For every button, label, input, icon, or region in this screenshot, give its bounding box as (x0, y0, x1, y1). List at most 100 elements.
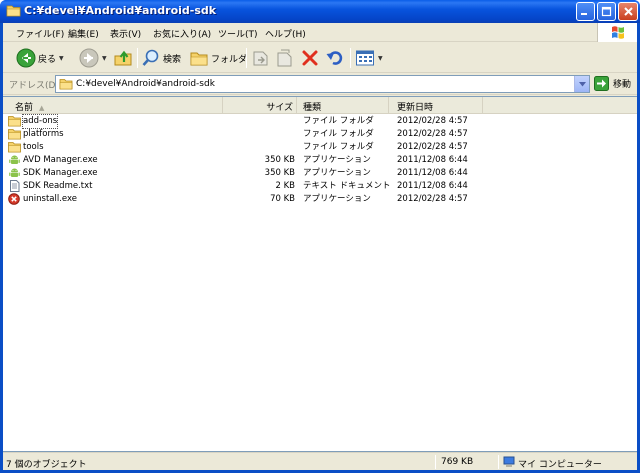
menu-help[interactable]: ヘルプ(H) (265, 27, 306, 40)
go-arrow-icon (594, 76, 609, 91)
folder-icon (8, 128, 21, 140)
status-divider (435, 455, 436, 469)
android-icon (8, 167, 21, 179)
standard-toolbar: 戻る ▼ ▼ 検索 フォルダ ▼ (3, 43, 637, 73)
address-bar: アドレス(D) C:¥devel¥Android¥android-sdk 移動 (3, 74, 637, 95)
file-list-view[interactable]: 名前 ▲ サイズ 種類 更新日時 add-ons ファイル フォルダ 2012/02/… (3, 96, 637, 452)
forward-dropdown-icon[interactable]: ▼ (102, 55, 107, 62)
windows-flag-icon (612, 26, 624, 39)
column-size[interactable]: サイズ (223, 97, 297, 113)
views-button[interactable]: ▼ (355, 47, 383, 69)
views-icon (356, 50, 374, 66)
uninstall-icon (8, 193, 21, 205)
chevron-down-icon (578, 81, 586, 86)
file-name[interactable]: uninstall.exe (23, 193, 77, 206)
toolbar-separator (246, 48, 247, 68)
file-row[interactable]: tools ファイル フォルダ 2012/02/28 4:57 (3, 141, 637, 154)
folder-icon (6, 5, 21, 17)
column-modified[interactable]: 更新日時 (389, 97, 483, 113)
address-input[interactable]: C:¥devel¥Android¥android-sdk (55, 75, 590, 93)
column-modified-label: 更新日時 (397, 103, 434, 113)
file-size: 70 KB (270, 194, 295, 204)
file-name[interactable]: add-ons (21, 114, 59, 129)
android-icon (8, 154, 21, 166)
file-row[interactable]: add-ons ファイル フォルダ 2012/02/28 4:57 (3, 114, 637, 129)
status-bar: 7 個のオブジェクト 769 KB マイ コンピューター (3, 452, 637, 470)
folder-icon (8, 141, 21, 153)
folders-icon (190, 52, 208, 66)
column-name[interactable]: 名前 ▲ (3, 97, 223, 113)
address-dropdown-button[interactable] (574, 76, 589, 92)
file-type: ファイル フォルダ (303, 129, 374, 139)
search-label: 検索 (163, 54, 182, 65)
close-icon (623, 7, 633, 16)
windows-logo (597, 23, 637, 42)
file-row[interactable]: uninstall.exe 70 KB アプリケーション 2012/02/28 4:5… (3, 193, 637, 206)
sort-ascending-icon: ▲ (39, 104, 45, 112)
file-row[interactable]: AVD Manager.exe 350 KB アプリケーション 2011/12/08 … (3, 154, 637, 167)
column-type-label: 種類 (303, 103, 322, 113)
back-arrow-icon (16, 48, 36, 68)
delete-icon (302, 50, 318, 66)
up-folder-button[interactable] (113, 47, 133, 69)
window-frame: ファイル(F) 編集(E) 表示(V) お気に入り(A) ツール(T) ヘルプ(… (3, 23, 637, 470)
title-bar[interactable]: C:¥devel¥Android¥android-sdk (0, 0, 640, 23)
file-row[interactable]: platforms ファイル フォルダ 2012/02/28 4:57 (3, 128, 637, 141)
column-type[interactable]: 種類 (297, 97, 389, 113)
maximize-button[interactable] (597, 2, 616, 21)
undo-icon (326, 51, 343, 65)
column-size-label: サイズ (266, 103, 293, 113)
window-title: C:¥devel¥Android¥android-sdk (24, 4, 217, 17)
file-type: アプリケーション (303, 155, 371, 165)
file-type: アプリケーション (303, 168, 371, 178)
menu-tools[interactable]: ツール(T) (218, 27, 258, 40)
address-label: アドレス(D) (9, 81, 59, 91)
search-button[interactable]: 検索 (141, 47, 181, 69)
menu-favorites[interactable]: お気に入り(A) (153, 27, 211, 40)
toolbar-separator (137, 48, 138, 68)
menu-bar: ファイル(F) 編集(E) 表示(V) お気に入り(A) ツール(T) ヘルプ(… (3, 23, 637, 42)
up-folder-icon (114, 50, 132, 66)
file-name[interactable]: SDK Readme.txt (23, 180, 92, 193)
file-type: テキスト ドキュメント (303, 181, 391, 191)
copy-to-button[interactable] (275, 47, 295, 69)
explorer-window: C:¥devel¥Android¥android-sdk ファイル(F) 編集(… (0, 0, 640, 473)
file-row[interactable]: SDK Readme.txt 2 KB テキスト ドキュメント 2011/12/08 … (3, 180, 637, 193)
text-file-icon (8, 180, 21, 192)
file-size: 350 KB (264, 168, 295, 178)
folders-label: フォルダ (211, 54, 248, 65)
go-label: 移動 (613, 80, 632, 90)
file-modified: 2012/02/28 4:57 (397, 116, 468, 126)
back-button[interactable]: 戻る ▼ (16, 47, 64, 69)
copy-to-icon (277, 49, 292, 67)
menu-view[interactable]: 表示(V) (110, 27, 141, 40)
undo-button[interactable] (325, 47, 345, 69)
menu-edit[interactable]: 編集(E) (68, 27, 99, 40)
maximize-icon (601, 6, 612, 17)
folders-button[interactable]: フォルダ (189, 47, 247, 69)
folder-icon (59, 79, 73, 90)
toolbar-separator (350, 48, 351, 68)
go-button[interactable]: 移動 (594, 76, 631, 91)
file-modified: 2011/12/08 6:44 (397, 155, 468, 165)
move-to-button[interactable] (251, 47, 271, 69)
delete-button[interactable] (301, 47, 319, 69)
status-divider (498, 455, 499, 469)
status-total-size: 769 KB (441, 457, 474, 467)
file-name[interactable]: AVD Manager.exe (23, 154, 98, 167)
file-modified: 2012/02/28 4:57 (397, 194, 468, 204)
file-modified: 2011/12/08 6:44 (397, 181, 468, 191)
minimize-button[interactable] (576, 2, 595, 21)
file-row[interactable]: SDK Manager.exe 350 KB アプリケーション 2011/12/08 … (3, 167, 637, 180)
file-name[interactable]: tools (23, 141, 44, 154)
file-name[interactable]: platforms (23, 128, 64, 141)
views-dropdown-icon[interactable]: ▼ (378, 55, 383, 62)
my-computer-icon (503, 456, 515, 467)
file-name[interactable]: SDK Manager.exe (23, 167, 97, 180)
search-icon (142, 49, 159, 66)
back-dropdown-icon[interactable]: ▼ (59, 55, 64, 62)
close-button[interactable] (618, 2, 638, 21)
forward-button[interactable]: ▼ (79, 47, 107, 69)
menu-file[interactable]: ファイル(F) (16, 27, 64, 40)
file-modified: 2012/02/28 4:57 (397, 129, 468, 139)
